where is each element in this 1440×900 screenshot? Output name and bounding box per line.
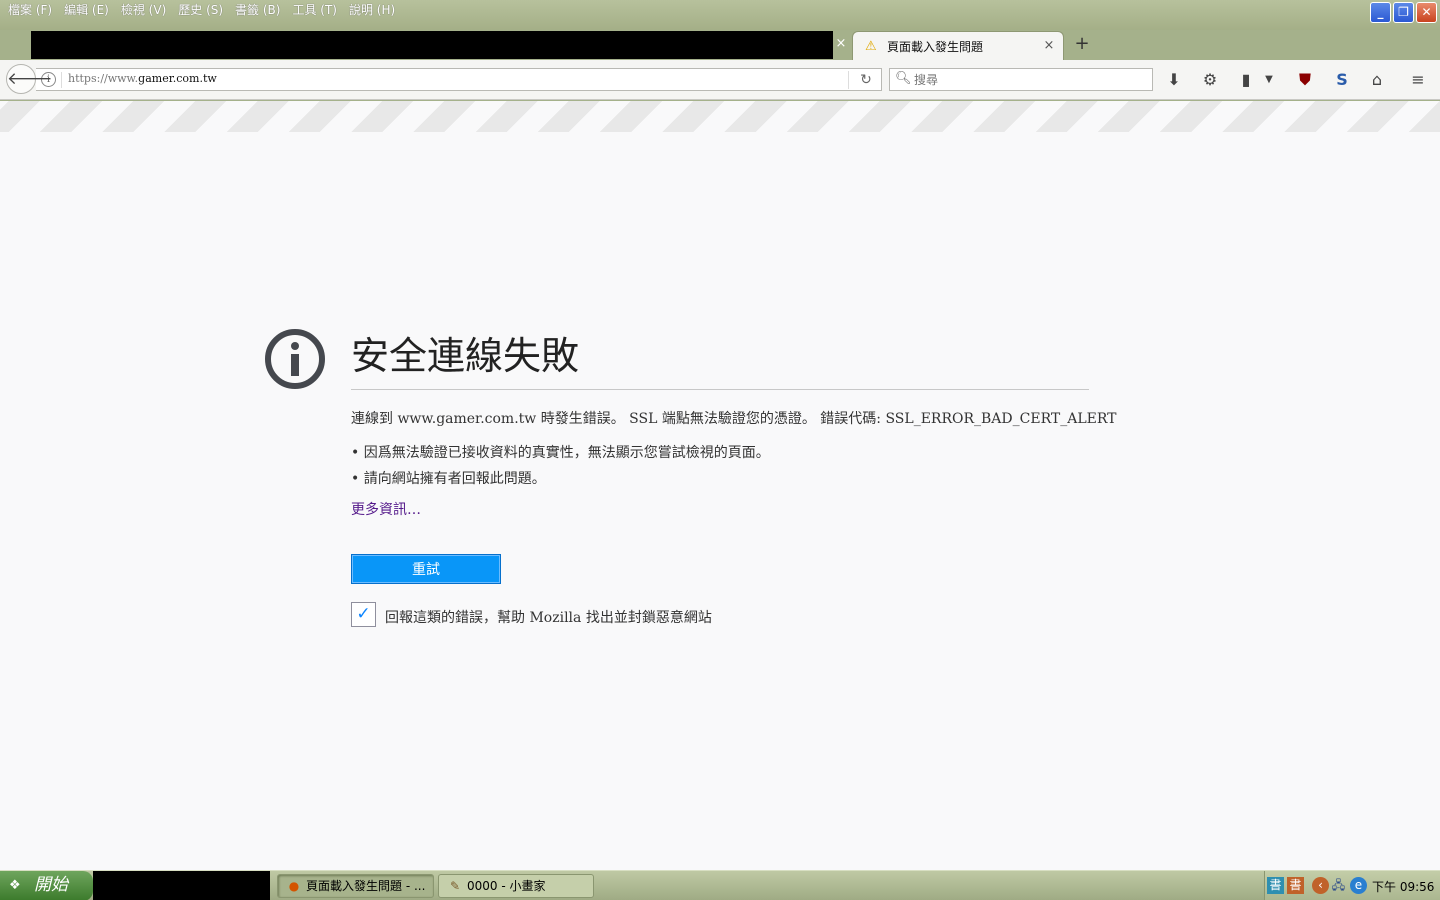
checkmark-icon: ✓ [356, 604, 371, 624]
warning-icon: ⚠ [865, 38, 877, 54]
download-icon[interactable]: ⬇ [1162, 68, 1186, 92]
taskbar-clock: 下午 09:56 [1372, 880, 1435, 894]
hamburger-menu-icon[interactable]: ≡ [1406, 68, 1430, 92]
maximize-button[interactable]: ❐ [1393, 2, 1414, 23]
menu-bookmarks[interactable]: 書籤 (B) [231, 1, 288, 19]
back-arrow-icon: 🡐 [7, 69, 53, 89]
windows-logo-icon: ❖ [9, 878, 21, 893]
close-window-button[interactable]: ✕ [1416, 2, 1437, 23]
taskbar: ❖ 開始 ● 頁面載入發生問題 - ... ✎ 0000 - 小畫家 書 書 ‹… [0, 870, 1440, 900]
error-description: 連線到 www.gamer.com.tw 時發生錯誤。 SSL 端點無法驗證您的… [351, 411, 1117, 427]
clipboard-icon[interactable]: ▮ [1234, 68, 1258, 92]
report-errors-checkbox[interactable]: ✓ [351, 602, 376, 627]
taskbar-item-label: 0000 - 小畫家 [467, 879, 546, 893]
menu-bar: 檔案 (F) 編輯 (E) 檢視 (V) 歷史 (S) 書籤 (B) 工具 (T… [4, 1, 403, 19]
menu-tools[interactable]: 工具 (T) [288, 1, 345, 19]
firefox-icon: ● [288, 879, 300, 893]
close-icon: ✕ [1421, 5, 1432, 19]
warning-stripes [0, 101, 1440, 132]
s-extension-icon[interactable]: S [1330, 68, 1354, 92]
info-circle-icon [265, 329, 325, 389]
redacted-tab-close-icon[interactable]: × [833, 36, 849, 52]
info-icon-dot [291, 342, 299, 350]
url-bar[interactable]: i https://www.gamer.com.tw ↻ [36, 68, 882, 91]
search-bar[interactable]: 🔍︎ [889, 68, 1153, 91]
taskbar-item-label: 頁面載入發生問題 - ... [306, 879, 426, 893]
navigation-toolbar: i https://www.gamer.com.tw ↻ 🡐 🔍︎ ⬇ ⚙ ▮ … [0, 60, 1440, 100]
minimize-button[interactable]: _ [1370, 2, 1391, 23]
tab-close-icon[interactable]: × [1041, 38, 1057, 54]
url-prefix: https://www. [68, 72, 139, 85]
tray-expand-icon[interactable]: ‹ [1312, 877, 1329, 894]
start-button[interactable]: ❖ 開始 [0, 871, 93, 900]
redacted-tab[interactable] [31, 31, 833, 59]
list-item: 請向網站擁有者回報此問題。 [351, 466, 770, 492]
home-icon[interactable]: ⌂ [1365, 68, 1389, 92]
back-button[interactable]: 🡐 [6, 64, 53, 94]
restore-icon: ❐ [1398, 5, 1409, 19]
url-domain: gamer.com.tw [138, 72, 217, 85]
start-label: 開始 [34, 875, 68, 895]
search-input[interactable] [914, 71, 1144, 88]
url-text[interactable]: https://www.gamer.com.tw [68, 72, 217, 85]
url-divider-right [848, 71, 849, 89]
menu-file[interactable]: 檔案 (F) [4, 1, 60, 19]
tab-strip: × ⚠ 頁面載入發生問題 × + [0, 30, 1440, 61]
window-titlebar: 檔案 (F) 編輯 (E) 檢視 (V) 歷史 (S) 書籤 (B) 工具 (T… [0, 0, 1440, 32]
reload-icon[interactable]: ↻ [856, 70, 876, 90]
taskbar-item-paint[interactable]: ✎ 0000 - 小畫家 [438, 874, 594, 898]
list-item: 因爲無法驗證已接收資料的真實性，無法顯示您嘗試檢視的頁面。 [351, 440, 770, 466]
ublock-shield-icon[interactable]: ⛊ [1293, 68, 1317, 92]
error-title: 安全連線失敗 [351, 334, 580, 378]
menu-view[interactable]: 檢視 (V) [117, 1, 174, 19]
ime-icon[interactable]: 書 [1267, 877, 1284, 894]
info-icon-bar [291, 354, 299, 376]
extension-icon[interactable]: ⚙ [1198, 68, 1222, 92]
tab-active[interactable]: ⚠ 頁面載入發生問題 × [852, 31, 1064, 61]
redacted-quicklaunch [93, 871, 270, 900]
title-divider [351, 389, 1089, 390]
menu-help[interactable]: 說明 (H) [345, 1, 403, 19]
error-bullet-list: 因爲無法驗證已接收資料的真實性，無法顯示您嘗試檢視的頁面。 請向網站擁有者回報此… [351, 440, 770, 492]
paint-icon: ✎ [449, 879, 461, 893]
url-divider [61, 72, 62, 88]
error-page: 安全連線失敗 連線到 www.gamer.com.tw 時發生錯誤。 SSL 端… [0, 101, 1440, 870]
report-errors-label: 回報這類的錯誤，幫助 Mozilla 找出並封鎖惡意網站 [385, 610, 712, 626]
network-icon[interactable]: 🖧 [1330, 877, 1347, 894]
more-info-link[interactable]: 更多資訊… [351, 499, 421, 519]
menu-edit[interactable]: 編輯 (E) [60, 1, 117, 19]
dropdown-arrow-icon[interactable]: ▼ [1262, 68, 1276, 92]
menu-history[interactable]: 歷史 (S) [174, 1, 231, 19]
new-tab-button[interactable]: + [1072, 34, 1092, 54]
ime-secondary-icon[interactable]: 書 [1287, 877, 1304, 894]
tab-active-label: 頁面載入發生問題 [887, 40, 984, 54]
ie-icon[interactable]: e [1350, 877, 1367, 894]
taskbar-item-firefox[interactable]: ● 頁面載入發生問題 - ... [277, 874, 434, 898]
search-icon: 🔍︎ [895, 71, 912, 86]
minimize-icon: _ [1377, 5, 1384, 19]
retry-button[interactable]: 重試 [351, 554, 501, 584]
